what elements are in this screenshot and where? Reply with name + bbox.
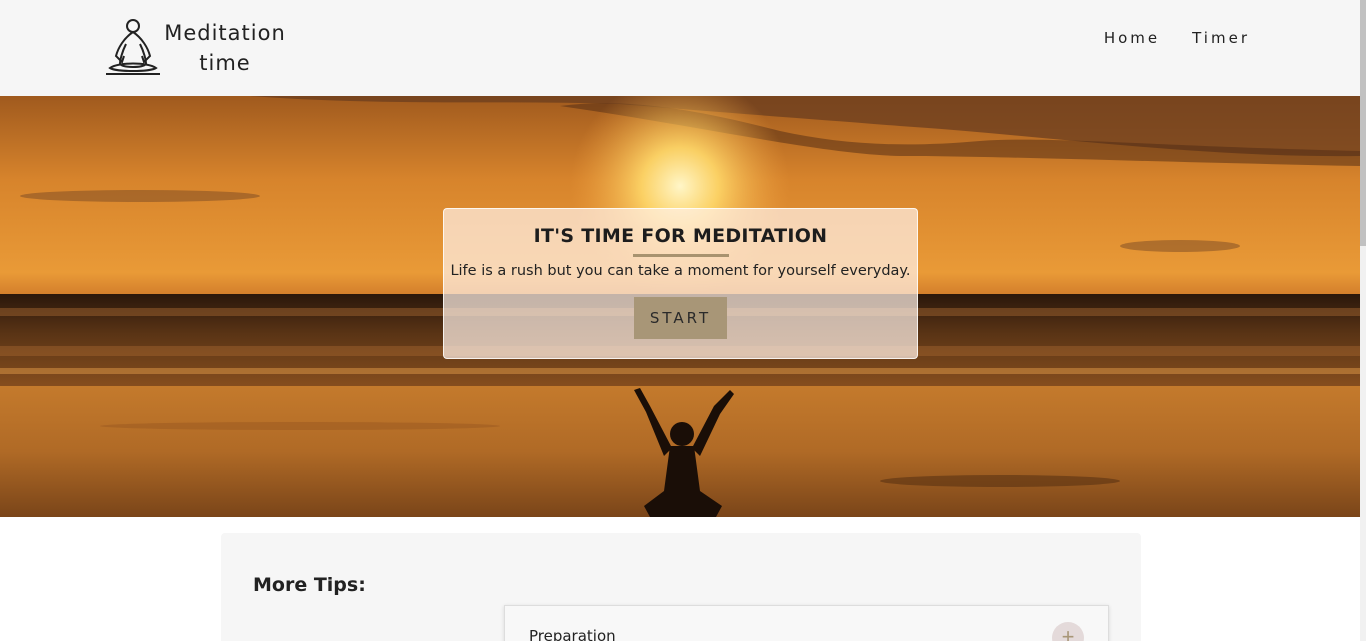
- start-button[interactable]: START: [634, 297, 727, 339]
- site-header: Meditation time Home Timer: [0, 0, 1360, 96]
- hero-title: IT'S TIME FOR MEDITATION: [533, 225, 828, 247]
- main-nav: Home Timer: [1104, 29, 1250, 47]
- tips-title: More Tips:: [253, 574, 366, 596]
- logo-line-1: Meditation: [164, 21, 286, 45]
- tips-section: More Tips: Preparation +: [221, 533, 1141, 641]
- logo-line-2: time: [199, 51, 251, 75]
- accordion-label: Preparation: [529, 627, 616, 641]
- hero-subtitle: Life is a rush but you can take a moment…: [450, 263, 911, 279]
- scrollbar-thumb[interactable]: [1360, 0, 1366, 246]
- plus-icon[interactable]: +: [1052, 622, 1084, 641]
- hero-card: IT'S TIME FOR MEDITATION Life is a rush …: [443, 208, 918, 359]
- page-scrollbar[interactable]: [1360, 0, 1366, 641]
- nav-timer[interactable]: Timer: [1192, 29, 1250, 47]
- accordion-item-preparation[interactable]: Preparation +: [504, 605, 1109, 641]
- hero-banner: IT'S TIME FOR MEDITATION Life is a rush …: [0, 96, 1360, 517]
- logo[interactable]: Meditation time: [104, 16, 304, 80]
- logo-text: Meditation time: [160, 18, 290, 78]
- title-divider: [632, 254, 729, 257]
- meditation-figure-icon: [106, 19, 160, 75]
- nav-home[interactable]: Home: [1104, 29, 1160, 47]
